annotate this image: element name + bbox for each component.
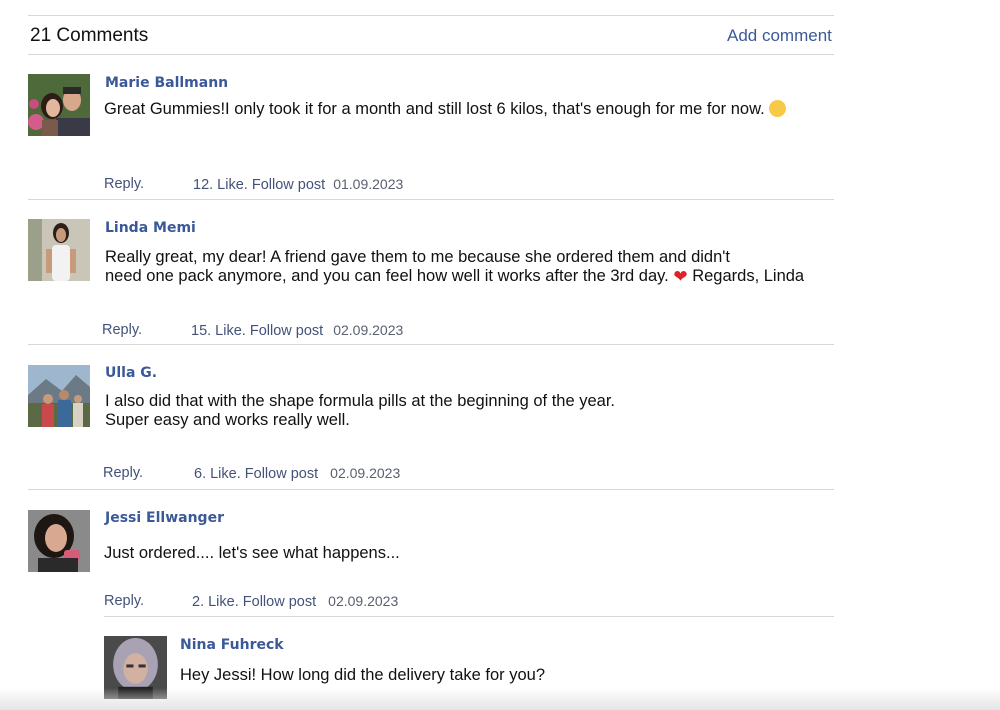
comment-author[interactable]: Jessi Ellwanger — [105, 510, 224, 526]
comment-text-line: need one pack anymore, and you can feel … — [105, 267, 669, 285]
comment-divider — [28, 344, 834, 345]
like-follow-link[interactable]: 15. Like. Follow post — [191, 323, 323, 339]
comment-author[interactable]: Marie Ballmann — [105, 75, 228, 91]
like-follow-links: 12. Like. Follow post 01.09.2023 — [193, 176, 403, 193]
comment-date: 02.09.2023 — [330, 465, 401, 481]
like-follow-link[interactable]: 2. Like. Follow post — [192, 594, 316, 610]
reply-text: Hey Jessi! How long did the delivery tak… — [180, 666, 546, 684]
bottom-fade — [0, 688, 1000, 710]
reply-link[interactable]: Reply. — [102, 322, 142, 338]
comment-signature: Regards, Linda — [692, 267, 805, 285]
comment-actions: Reply. — [103, 465, 143, 481]
comment-author[interactable]: Linda Memi — [105, 220, 196, 236]
comment-divider — [28, 199, 834, 200]
comment-text-line: I also did that with the shape formula p… — [105, 392, 615, 410]
avatar-photo-woman — [28, 510, 90, 572]
reply-link[interactable]: Reply. — [104, 176, 144, 192]
avatar[interactable] — [28, 510, 90, 572]
comment-text: Great Gummies!I only took it for a month… — [104, 100, 787, 119]
comment-actions: Reply. — [104, 593, 144, 609]
comment-divider — [28, 489, 834, 490]
avatar-photo-couple — [28, 74, 90, 136]
avatar[interactable] — [28, 365, 90, 427]
reply-link[interactable]: Reply. — [103, 465, 143, 481]
add-comment-link[interactable]: Add comment — [727, 26, 832, 46]
reply-divider — [104, 616, 834, 617]
comment-text: need one pack anymore, and you can feel … — [105, 267, 804, 286]
reply-author[interactable]: Nina Fuhreck — [180, 637, 284, 653]
avatar[interactable] — [28, 219, 90, 281]
like-follow-links: 6. Like. Follow post 02.09.2023 — [194, 465, 400, 482]
comment-date: 02.09.2023 — [328, 593, 399, 609]
comment-text-line: Really great, my dear! A friend gave the… — [105, 248, 731, 266]
like-follow-link[interactable]: 6. Like. Follow post — [194, 466, 318, 482]
avatar-photo-woman — [28, 219, 90, 281]
comment-count: 21 Comments — [30, 25, 149, 46]
comment-date: 02.09.2023 — [333, 322, 404, 338]
avatar-photo-group — [28, 365, 90, 427]
like-follow-links: 15. Like. Follow post 02.09.2023 — [191, 322, 403, 339]
header-divider — [28, 54, 834, 55]
like-follow-links: 2. Like. Follow post 02.09.2023 — [192, 593, 398, 610]
red-heart-icon: ❤ — [673, 267, 688, 286]
like-follow-link[interactable]: 12. Like. Follow post — [193, 177, 325, 193]
avatar[interactable] — [28, 74, 90, 136]
comment-text-line: Great Gummies!I only took it for a month… — [104, 100, 765, 118]
laughing-face-icon — [769, 100, 787, 117]
comment-date: 01.09.2023 — [333, 176, 404, 192]
comment-author[interactable]: Ulla G. — [105, 365, 157, 381]
reply-link[interactable]: Reply. — [104, 593, 144, 609]
top-divider — [28, 15, 834, 16]
comment-text-line: Super easy and works really well. — [105, 411, 350, 429]
comment-text-line: Just ordered.... let's see what happens.… — [104, 544, 400, 562]
comment-actions: Reply. — [102, 322, 142, 338]
comment-actions: Reply. — [104, 176, 144, 192]
